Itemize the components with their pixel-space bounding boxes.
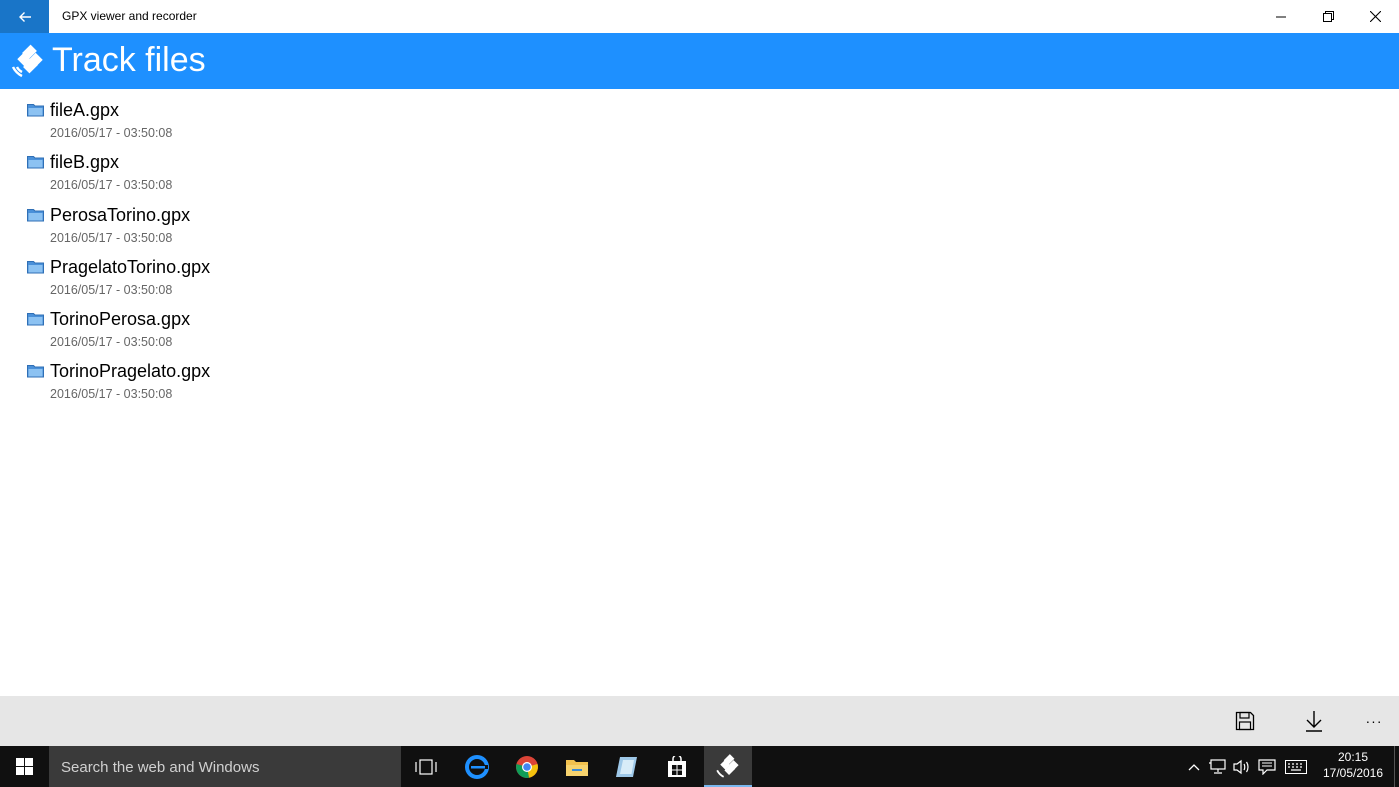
file-explorer-icon (566, 759, 588, 776)
close-button[interactable] (1352, 0, 1398, 33)
taskbar-clock[interactable]: 20:15 17/05/2016 (1318, 749, 1388, 781)
task-view-button[interactable] (402, 746, 450, 787)
file-date: 2016/05/17 - 03:50:08 (50, 230, 173, 245)
download-button[interactable] (1296, 704, 1332, 738)
chrome-button[interactable] (503, 746, 551, 787)
search-input[interactable] (61, 758, 391, 776)
show-desktop-button[interactable] (1394, 746, 1399, 787)
app-button[interactable] (603, 746, 651, 787)
file-name: PerosaTorino.gpx (50, 204, 191, 225)
list-item[interactable]: TorinoPragelato.gpx 2016/05/17 - 03:50:0… (0, 357, 600, 409)
save-icon (1235, 711, 1255, 731)
store-button[interactable] (653, 746, 701, 787)
file-date: 2016/05/17 - 03:50:08 (50, 282, 173, 297)
close-icon (1369, 11, 1381, 22)
satellite-icon (11, 44, 43, 78)
gpx-app-button[interactable] (704, 746, 752, 787)
tray-overflow-button[interactable] (1184, 757, 1204, 777)
file-name: TorinoPragelato.gpx (50, 361, 211, 382)
folder-icon (27, 156, 44, 169)
taskbar: 20:15 17/05/2016 (0, 746, 1399, 787)
notification-icon (1258, 759, 1276, 775)
list-item[interactable]: fileB.gpx 2016/05/17 - 03:50:08 (0, 148, 600, 200)
more-icon: ··· (1365, 713, 1383, 729)
keyboard-icon (1285, 760, 1307, 774)
folder-icon (27, 104, 44, 117)
file-date: 2016/05/17 - 03:50:08 (50, 178, 173, 193)
save-button[interactable] (1227, 704, 1263, 738)
download-icon (1306, 711, 1322, 732)
back-button[interactable] (0, 0, 49, 33)
minimize-button[interactable] (1258, 0, 1304, 33)
taskbar-search[interactable] (49, 746, 401, 787)
command-bar: ··· (0, 696, 1399, 746)
network-icon (1209, 759, 1226, 774)
chevron-up-icon (1188, 764, 1200, 771)
restore-icon (1322, 11, 1334, 22)
list-item[interactable]: fileA.gpx 2016/05/17 - 03:50:08 (0, 96, 600, 148)
folder-icon (27, 313, 44, 326)
back-arrow-icon (18, 11, 31, 22)
file-name: fileB.gpx (50, 152, 120, 173)
app-icon (616, 756, 637, 777)
clock-date: 17/05/2016 (1322, 766, 1384, 780)
list-item[interactable]: PragelatoTorino.gpx 2016/05/17 - 03:50:0… (0, 253, 600, 305)
volume-button[interactable] (1232, 757, 1252, 777)
page-header: Track files (0, 33, 1399, 89)
file-name: PragelatoTorino.gpx (50, 256, 211, 277)
windows-logo-icon (16, 758, 33, 775)
clock-time: 20:15 (1337, 750, 1369, 764)
list-item[interactable]: TorinoPerosa.gpx 2016/05/17 - 03:50:08 (0, 305, 600, 357)
gpx-app-icon (716, 753, 739, 778)
keyboard-button[interactable] (1284, 757, 1308, 777)
folder-icon (27, 208, 44, 222)
task-view-icon (415, 758, 437, 775)
store-icon (668, 755, 686, 777)
title-bar: GPX viewer and recorder (0, 0, 1399, 33)
volume-icon (1233, 759, 1249, 775)
folder-icon (27, 365, 44, 378)
more-button[interactable]: ··· (1356, 704, 1392, 738)
file-explorer-button[interactable] (553, 746, 601, 787)
edge-button[interactable] (453, 746, 501, 787)
file-name: TorinoPerosa.gpx (50, 309, 191, 330)
list-item[interactable]: PerosaTorino.gpx 2016/05/17 - 03:50:08 (0, 201, 600, 253)
restore-button[interactable] (1305, 0, 1351, 33)
track-file-list: fileA.gpx 2016/05/17 - 03:50:08 fileB.gp… (0, 96, 600, 410)
start-button[interactable] (0, 746, 49, 787)
edge-icon (465, 754, 489, 779)
file-name: fileA.gpx (50, 100, 120, 120)
chrome-icon (516, 755, 538, 778)
file-date: 2016/05/17 - 03:50:08 (50, 335, 173, 350)
file-date: 2016/05/17 - 03:50:08 (50, 387, 173, 402)
network-button[interactable] (1208, 757, 1228, 777)
notification-button[interactable] (1257, 757, 1277, 777)
page-title: Track files (52, 41, 206, 79)
minimize-icon (1276, 16, 1286, 17)
folder-icon (27, 260, 44, 274)
app-title: GPX viewer and recorder (62, 9, 197, 23)
file-date: 2016/05/17 - 03:50:08 (50, 126, 173, 140)
